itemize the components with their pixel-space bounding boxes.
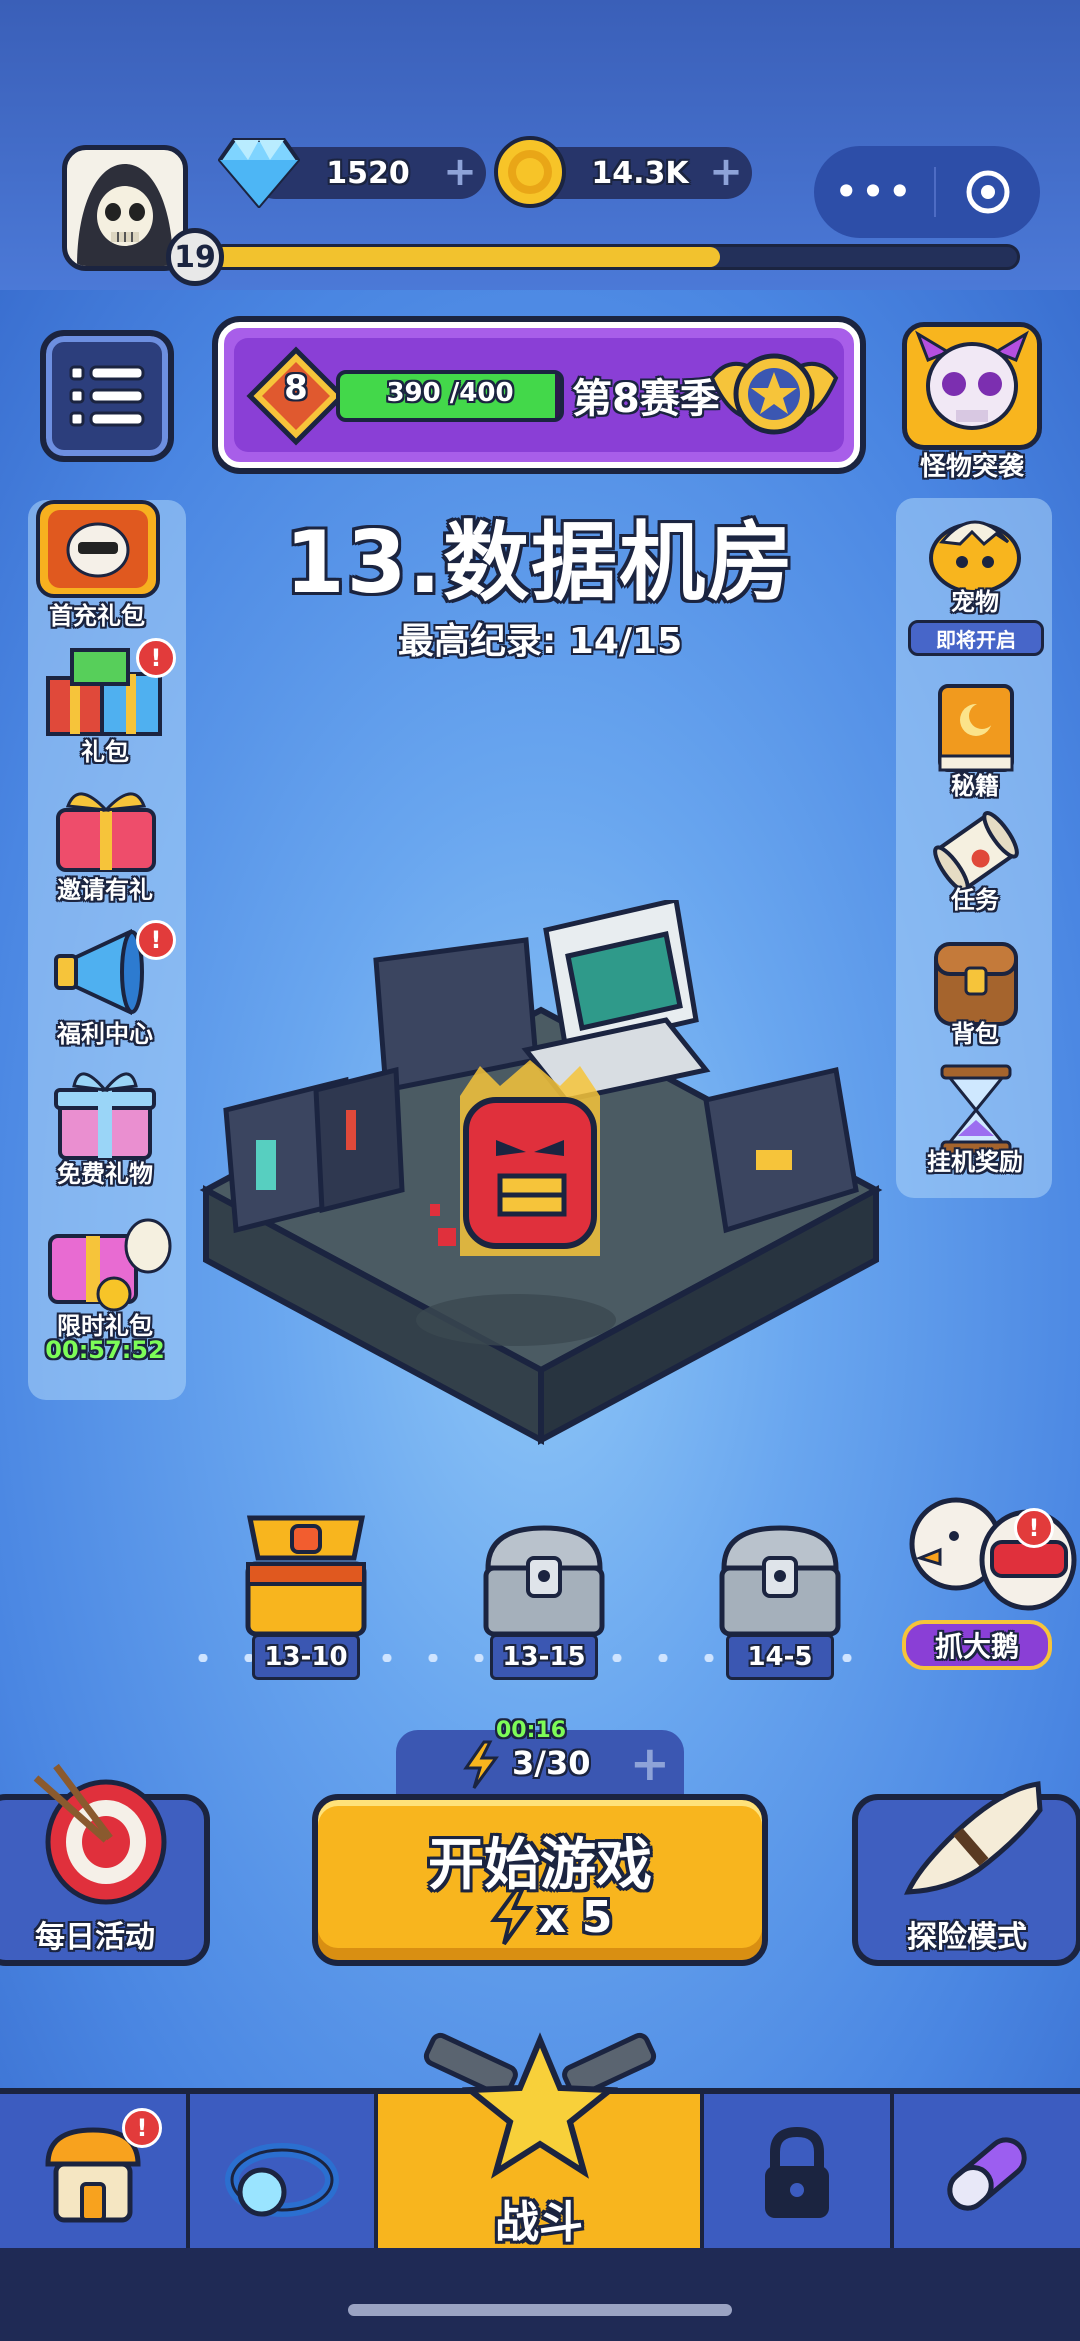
daily-activity-button[interactable]: 每日活动 [0,1763,210,1966]
star-guns-icon [423,2032,657,2179]
season-tier-number: 8 [284,368,308,408]
chest-label: 13-10 [252,1634,360,1680]
tasks-label: 任务 [951,886,999,914]
book-icon [938,684,1014,772]
daily-activity-label: 每日活动 [35,1920,155,1955]
horn-icon [904,1781,1043,1895]
invite-reward-button[interactable]: 邀请有礼 [30,780,180,910]
target-close-icon [966,170,1010,214]
season-label: 第8赛季 [572,376,720,422]
nav-tab-locked[interactable] [704,2094,894,2254]
idle-reward-label: 挂机奖励 [927,1148,1023,1176]
lightning-icon [463,1740,499,1789]
gift-pack-badge: ! [136,638,176,678]
catch-goose-badge: ! [1014,1508,1054,1548]
add-energy-button[interactable]: + [630,1736,670,1792]
shop-badge: ! [122,2108,162,2148]
energy-panel: 00:16 3/30 + [396,1718,684,1796]
gold-chest-open-icon [245,1515,367,1637]
chest-label: 14-5 [726,1634,834,1680]
more-options-button[interactable]: ••• [814,171,934,213]
nav-tab-skills[interactable] [894,2094,1080,2254]
monster-raid-label: 怪物突袭 [919,452,1024,482]
gift-pack-label: 礼包 [81,738,129,766]
nav-tab-equipment[interactable] [190,2094,378,2254]
catch-goose-label: 抓大鹅 [902,1620,1052,1670]
free-gift-label: 免费礼物 [57,1160,153,1188]
cheats-book-button[interactable]: 秘籍 [900,680,1050,800]
season-pass-banner[interactable]: 8 390 /400 第8赛季 [218,322,860,468]
red-monster-boss [430,1060,600,1256]
invite-gift-icon [56,792,156,872]
chest-13-10[interactable]: 13-10 [236,1508,376,1688]
welfare-center-button[interactable]: ! 福利中心 [30,920,180,1050]
archery-target-icon [33,1763,167,1905]
gift-pack-button[interactable]: ! 礼包 [30,638,180,768]
pet-button[interactable]: 宠物 即将开启 [900,504,1050,664]
ring-icon [225,2143,339,2217]
tasks-button[interactable]: 任务 [900,804,1050,924]
coin-amount: 14.3K [591,155,689,191]
main-menu-button[interactable] [40,330,174,462]
pet-label: 宠物 [951,588,999,616]
pet-coming-soon-tag: 即将开启 [908,620,1044,656]
backpack-button[interactable]: 背包 [900,934,1050,1054]
chest-13-15[interactable]: 13-15 [474,1518,614,1688]
first-recharge-label: 首充礼包 [49,602,145,630]
lightning-icon [490,1888,534,1946]
start-game-button[interactable]: 开始游戏 x 5 [312,1794,768,1966]
season-progress-text: 390 /400 [386,378,514,408]
monster-raid-button[interactable]: 怪物突袭 [902,322,1042,482]
welfare-center-badge: ! [136,920,176,960]
close-mini-program-button[interactable] [936,168,1040,216]
start-game-label: 开始游戏 [428,1833,652,1898]
capsule-icon [947,2137,1027,2211]
limited-pack-timer: 00:57:52 [45,1336,165,1364]
list-menu-icon [69,365,145,427]
idle-reward-button[interactable]: 挂机奖励 [900,1062,1050,1182]
adventure-mode-label: 探险模式 [907,1920,1027,1955]
first-recharge-gift-icon [36,500,160,598]
add-coins-button[interactable]: + [708,152,744,192]
energy-value: 3/30 [512,1744,591,1782]
cheats-book-label: 秘籍 [951,772,999,800]
demon-skull-icon [915,330,1029,430]
silver-chest-locked-icon [719,1525,841,1637]
free-gift-button[interactable]: 免费礼物 [30,1064,180,1194]
adventure-mode-button[interactable]: 探险模式 [852,1781,1080,1966]
nav-tab-shop[interactable]: ! [0,2094,190,2254]
chest-label: 13-15 [490,1634,598,1680]
best-record-value: 14/15 [568,621,683,662]
coin-icon [494,136,566,208]
home-indicator[interactable] [348,2304,732,2316]
free-gift-box-icon [54,1072,156,1160]
backpack-label: 背包 [951,1020,999,1048]
add-diamonds-button[interactable]: + [442,152,478,192]
xp-progress-fill [213,247,720,267]
diamond-amount: 1520 [326,155,410,191]
catch-goose-button[interactable]: ! 抓大鹅 [900,1480,1080,1680]
silver-chest-locked-icon [483,1525,605,1637]
skull-reaper-icon [77,164,173,266]
mini-program-capsule: ••• [814,146,1040,238]
winged-star-badge-icon [709,353,839,435]
diamond-icon [218,138,300,208]
goose-icon [909,1497,1077,1611]
first-recharge-pack-button[interactable]: 首充礼包 [22,492,172,632]
start-game-cost: x 5 [538,1892,613,1943]
lock-icon [765,2126,829,2218]
limited-pack-icon [48,1218,172,1312]
invite-reward-label: 邀请有礼 [57,876,153,904]
welfare-center-label: 福利中心 [57,1020,153,1048]
limited-pack-button[interactable]: 限时礼包 00:57:52 [30,1206,180,1376]
system-bottom-bar [0,2248,1080,2341]
player-level-badge: 19 [166,228,224,286]
best-record-label: 最高纪录: [397,621,557,662]
battle-tab-label: 战斗 [495,2197,583,2248]
xp-progress-bar [210,244,1020,270]
energy-refill-timer: 00:16 [496,1718,567,1743]
chest-14-5[interactable]: 14-5 [710,1518,850,1688]
